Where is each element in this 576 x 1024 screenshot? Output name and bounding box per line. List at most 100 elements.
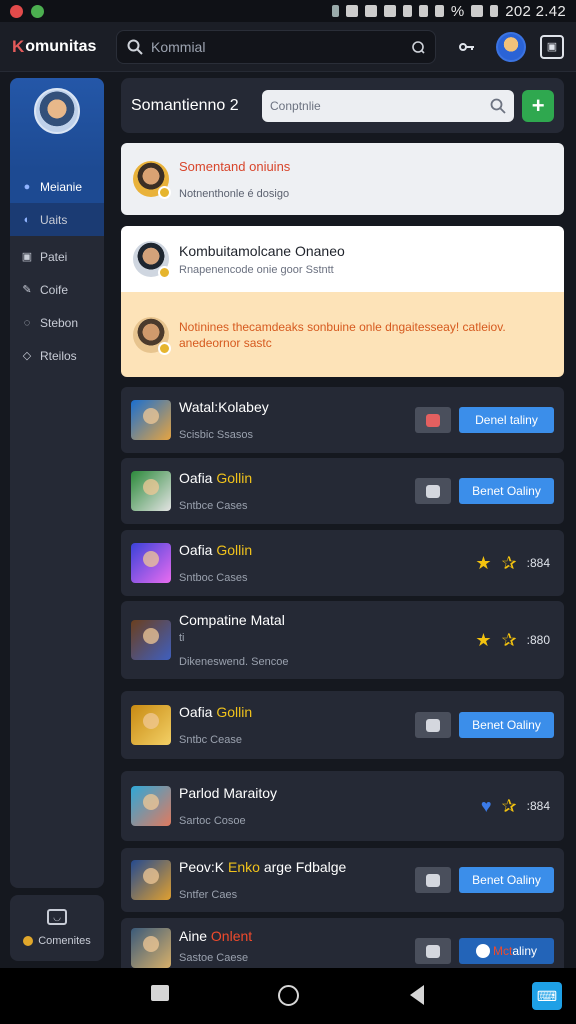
pen-icon: ✎ bbox=[22, 284, 32, 296]
sparkle-icon: ✰ bbox=[501, 795, 517, 816]
game-thumbnail bbox=[131, 928, 171, 968]
rating: ♥ ✰ :884 bbox=[481, 796, 550, 817]
join-button[interactable]: Benet Oaliny bbox=[459, 712, 554, 738]
list-item[interactable]: Oafia Gollin Sntboc Cases ★ ✰ :884 bbox=[121, 530, 564, 596]
share-button[interactable] bbox=[415, 867, 451, 893]
footer-text: Comenites bbox=[38, 935, 91, 947]
search-icon bbox=[127, 39, 143, 55]
home-icon: ● bbox=[23, 180, 31, 193]
home-button[interactable] bbox=[278, 985, 299, 1006]
sidebar-item-coife[interactable]: ✎ Coife bbox=[10, 273, 104, 306]
search-icon[interactable] bbox=[490, 98, 506, 114]
item-meta: Sntbce Cases bbox=[179, 500, 248, 512]
star-icon[interactable]: ★ bbox=[475, 553, 491, 574]
item-meta: Sntbc Cease bbox=[179, 734, 242, 746]
list-item[interactable]: Parlod Maraitoy Sartoc Cosoe ♥ ✰ :884 bbox=[121, 771, 564, 841]
join-button[interactable]: Benet Oaliny bbox=[459, 867, 554, 893]
main-header: Somantienno 2 Conptnlie + bbox=[121, 78, 564, 133]
notification-green-icon bbox=[31, 4, 44, 18]
bluetooth-icon bbox=[331, 5, 339, 17]
sidebar-item-label: Meianie bbox=[40, 179, 83, 194]
item-title: Aine Onlent bbox=[179, 928, 415, 944]
avatar bbox=[133, 316, 171, 355]
rating: ★ ✰ :884 bbox=[475, 553, 550, 574]
announcement-alert: Notinines thecamdeaks sonbuine onle dnga… bbox=[121, 292, 564, 377]
join-button[interactable]: Denel taliny bbox=[459, 407, 554, 433]
share-icon bbox=[426, 718, 440, 732]
image-icon: ▣ bbox=[21, 251, 33, 263]
keyboard-icon[interactable]: ⌨ bbox=[532, 982, 562, 1010]
logo-mark: K bbox=[12, 36, 25, 56]
item-title: Parlod Maraitoy bbox=[179, 785, 278, 801]
join-button[interactable]: Benet Oaliny bbox=[459, 478, 554, 504]
sidebar-item-label: Uaits bbox=[40, 212, 68, 227]
avatar bbox=[133, 161, 171, 199]
avatar bbox=[133, 241, 171, 279]
item-title-highlight: Gollin bbox=[216, 470, 253, 486]
item-title-part: Oafia bbox=[179, 704, 217, 720]
heart-icon[interactable]: ♥ bbox=[481, 796, 492, 817]
item-title-highlight: Onlent bbox=[210, 928, 253, 944]
action-label: aliny bbox=[512, 944, 538, 958]
game-thumbnail bbox=[131, 471, 171, 511]
rating: ★ ✰ :880 bbox=[475, 630, 550, 651]
signal-icon bbox=[402, 5, 412, 17]
list-item[interactable]: Peov:K Enko arge Fdbalge Sntfer Caes Ben… bbox=[121, 848, 564, 912]
global-search[interactable]: Kommial bbox=[116, 29, 436, 64]
back-button[interactable] bbox=[410, 985, 424, 1005]
game-thumbnail bbox=[131, 860, 171, 900]
sidebar-avatar[interactable] bbox=[34, 88, 80, 134]
alert-line-1: Notinines thecamdeaks sonbuine onle dnga… bbox=[179, 319, 506, 334]
app-logo[interactable]: Komunitas bbox=[12, 37, 112, 57]
sidebar-item-label: Stebon bbox=[40, 315, 79, 330]
sidebar-item-home[interactable]: ● Meianie bbox=[10, 170, 104, 203]
join-button[interactable]: Mct aliny bbox=[459, 938, 554, 964]
recents-button[interactable] bbox=[151, 985, 169, 1001]
header-actions: ▣ bbox=[452, 31, 564, 62]
wifi-calling-icon bbox=[345, 5, 358, 17]
sidebar-item-units[interactable]: ◐ Uaits bbox=[10, 203, 104, 236]
sidebar-item-stebon[interactable]: ◌ Stebon bbox=[10, 306, 104, 339]
share-button[interactable] bbox=[415, 478, 451, 504]
item-meta: Sastoe Caese bbox=[179, 952, 249, 964]
share-button[interactable] bbox=[415, 407, 451, 433]
sidebar-item-label: Coife bbox=[40, 282, 69, 297]
list-search[interactable]: Conptnlie bbox=[262, 89, 515, 122]
item-title: Oafia Gollin bbox=[179, 704, 415, 720]
share-button[interactable] bbox=[415, 712, 451, 738]
list-search-input[interactable]: Conptnlie bbox=[270, 99, 490, 113]
star-icon[interactable]: ★ bbox=[475, 630, 491, 651]
search-input[interactable]: Kommial bbox=[151, 39, 411, 55]
key-icon[interactable] bbox=[452, 32, 482, 62]
list-item[interactable]: Watal:Kolabey Scisbic Ssasos Denel talin… bbox=[121, 387, 564, 453]
user-avatar[interactable] bbox=[496, 31, 526, 62]
message-icon: ◌ bbox=[23, 316, 31, 329]
system-navbar: ⌨ bbox=[0, 968, 576, 1024]
status-icons: % 202 2.42 bbox=[331, 3, 566, 20]
sidebar-item-label: Patei bbox=[40, 249, 68, 264]
sidebar-footer-label[interactable]: Comenites bbox=[23, 935, 91, 947]
list-item[interactable]: Aine Onlent Sastoe Caese Mct aliny bbox=[121, 918, 564, 968]
lock-icon bbox=[418, 5, 428, 17]
sidebar-item-patei[interactable]: ▣ Patei bbox=[10, 240, 104, 273]
sidebar-item-rteilos[interactable]: ◇ Rteilos bbox=[10, 339, 104, 372]
list-item[interactable]: Compatine Matal ti Dikeneswend. Sencoe ★… bbox=[121, 601, 564, 679]
logo-text: omunitas bbox=[25, 37, 97, 55]
announcement-card[interactable]: Kombuitamolcane Onaneo Rnapenencode onie… bbox=[121, 226, 564, 377]
list-item[interactable]: Oafia Gollin Sntbce Cases Benet Oaliny bbox=[121, 458, 564, 524]
share-button[interactable] bbox=[415, 938, 451, 964]
add-button[interactable]: + bbox=[522, 89, 554, 122]
notification-card[interactable]: Somentand oniuins Notnenthonle é dosigo bbox=[121, 143, 564, 215]
item-title-highlight: Enko bbox=[228, 859, 260, 875]
list-item[interactable]: Oafia Gollin Sntbc Cease Benet Oaliny bbox=[121, 691, 564, 759]
item-title-part: Aine bbox=[179, 928, 211, 944]
sidebar-footer[interactable]: ◡ Comenites bbox=[10, 895, 104, 961]
item-title-part: Oafia bbox=[179, 542, 217, 558]
data-icon bbox=[490, 5, 499, 17]
voice-search-icon[interactable] bbox=[411, 40, 425, 54]
profile-card-icon[interactable]: ▣ bbox=[540, 34, 564, 59]
item-title: Oafia Gollin bbox=[179, 470, 415, 486]
sidebar-profile[interactable] bbox=[10, 78, 104, 170]
signal-strength-icon bbox=[471, 5, 484, 17]
item-extra: ti bbox=[179, 632, 185, 644]
